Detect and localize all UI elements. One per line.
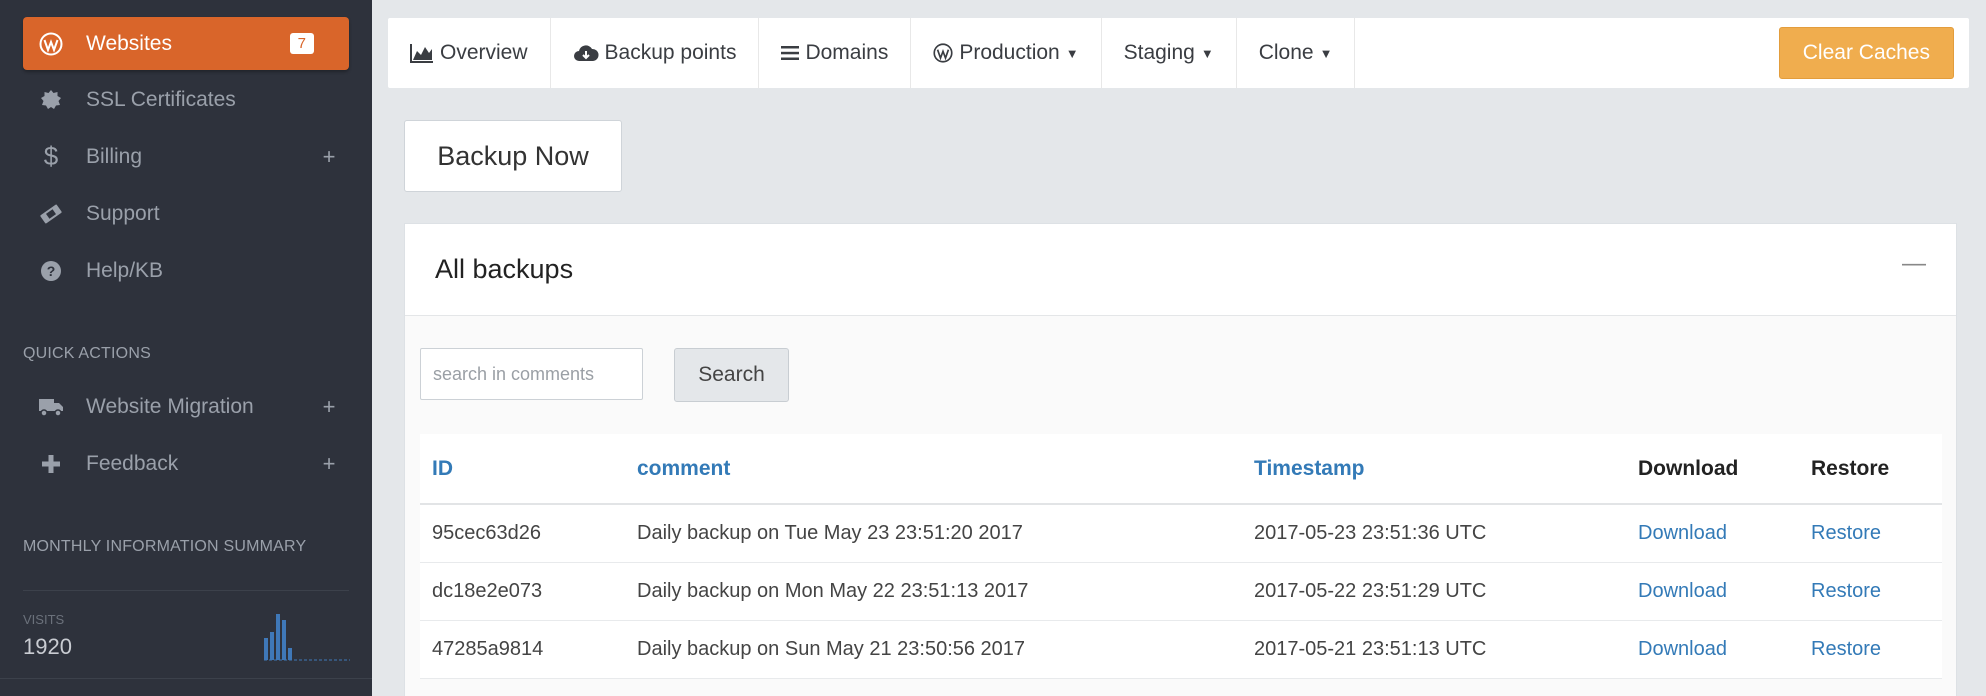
tab-clone[interactable]: Clone ▼: [1237, 18, 1356, 88]
backup-id: 47285a9814: [420, 620, 625, 679]
dollar-icon: $: [43, 141, 59, 171]
download-link[interactable]: Download: [1626, 620, 1799, 679]
sidebar-item-website-migration[interactable]: Website Migration +: [23, 380, 349, 433]
tab-label: Domains: [805, 41, 889, 64]
sparkline-bar: [276, 614, 280, 660]
plus-icon: [37, 454, 65, 474]
sidebar-divider: [0, 678, 372, 679]
tab-bar: Overview Backup points Domains Productio…: [388, 18, 1969, 88]
tab-production[interactable]: Production ▼: [911, 18, 1102, 88]
cloud-download-icon: [573, 43, 599, 63]
backups-panel: All backups — Search ID comment Timestam…: [404, 223, 1957, 696]
table-row: 95cec63d26 Daily backup on Tue May 23 23…: [420, 504, 1942, 563]
table-header-row: ID comment Timestamp Download Restore: [420, 434, 1942, 505]
caret-down-icon: ▼: [1319, 45, 1333, 61]
expand-plus-icon[interactable]: +: [309, 451, 349, 477]
quick-actions-title: QUICK ACTIONS: [23, 345, 151, 362]
tab-overview[interactable]: Overview: [388, 18, 551, 88]
caret-down-icon: ▼: [1065, 45, 1079, 61]
sparkline-bar: [264, 638, 268, 660]
tab-label: Overview: [440, 41, 528, 64]
sidebar-item-feedback[interactable]: Feedback +: [23, 437, 349, 490]
column-header-timestamp[interactable]: Timestamp: [1242, 434, 1626, 505]
wordpress-icon: [933, 43, 953, 63]
sidebar-item-ssl-certificates[interactable]: SSL Certificates: [23, 73, 349, 126]
visits-label: VISITS: [23, 612, 65, 627]
sparkline-bar: [270, 632, 274, 660]
sidebar-item-label: Billing: [86, 144, 143, 168]
backup-comment: Daily backup on Mon May 22 23:51:13 2017: [625, 562, 1242, 621]
panel-title: All backups: [435, 254, 574, 284]
restore-link[interactable]: Restore: [1799, 562, 1942, 621]
wordpress-icon: [37, 32, 65, 56]
tab-staging[interactable]: Staging ▼: [1102, 18, 1237, 88]
column-header-comment[interactable]: comment: [625, 434, 1242, 505]
column-header-id[interactable]: ID: [420, 434, 625, 505]
download-link[interactable]: Download: [1626, 562, 1799, 621]
download-link[interactable]: Download: [1626, 504, 1799, 563]
panel-header: All backups —: [405, 224, 1956, 316]
restore-link[interactable]: Restore: [1799, 504, 1942, 563]
tab-domains[interactable]: Domains: [759, 18, 912, 88]
sidebar-item-billing[interactable]: $ Billing +: [23, 130, 349, 183]
visits-value: 1920: [23, 634, 72, 659]
expand-plus-icon[interactable]: +: [309, 394, 349, 420]
backup-timestamp: 2017-05-21 23:51:13 UTC: [1242, 620, 1626, 679]
visits-sparkline: [264, 614, 350, 661]
sidebar-item-label: SSL Certificates: [86, 87, 236, 111]
column-header-download: Download: [1626, 434, 1799, 505]
backup-comment: Daily backup on Tue May 23 23:51:20 2017: [625, 504, 1242, 563]
table-row: dc18e2e073 Daily backup on Mon May 22 23…: [420, 562, 1942, 621]
backup-now-button[interactable]: Backup Now: [404, 120, 622, 192]
svg-text:?: ?: [47, 263, 56, 279]
sidebar-item-support[interactable]: Support: [23, 187, 349, 240]
search-input[interactable]: [420, 348, 643, 400]
tab-label: Clone: [1258, 41, 1314, 64]
area-chart-icon: [410, 43, 434, 63]
sparkline-bar: [282, 620, 286, 660]
sidebar-item-label: Feedback: [86, 451, 179, 475]
monthly-summary-title: MONTHLY INFORMATION SUMMARY: [23, 538, 307, 555]
websites-count-badge: 7: [289, 33, 314, 54]
backup-timestamp: 2017-05-22 23:51:29 UTC: [1242, 562, 1626, 621]
collapse-icon[interactable]: —: [1902, 250, 1926, 278]
backup-timestamp: 2017-05-23 23:51:36 UTC: [1242, 504, 1626, 563]
ticket-icon: [37, 203, 65, 225]
bars-icon: [781, 45, 800, 61]
backup-id: dc18e2e073: [420, 562, 625, 621]
restore-link[interactable]: Restore: [1799, 620, 1942, 679]
search-button[interactable]: Search: [674, 348, 789, 402]
sidebar-item-help-kb[interactable]: ? Help/KB: [23, 244, 349, 297]
sidebar-item-label: Support: [86, 201, 160, 225]
tab-backup-points[interactable]: Backup points: [551, 18, 760, 88]
backup-comment: Daily backup on Sun May 21 23:50:56 2017: [625, 620, 1242, 679]
sparkline-bar: [288, 648, 292, 660]
backup-id: 95cec63d26: [420, 504, 625, 563]
expand-plus-icon[interactable]: +: [309, 144, 349, 170]
clear-caches-button[interactable]: Clear Caches: [1778, 27, 1954, 79]
column-header-restore: Restore: [1799, 434, 1942, 505]
certificate-icon: [37, 89, 65, 111]
truck-icon: [37, 397, 65, 417]
sidebar-item-label: Help/KB: [86, 258, 164, 282]
backups-table: ID comment Timestamp Download Restore 95…: [420, 434, 1942, 679]
sidebar-item-label: Website Migration: [86, 394, 254, 418]
tab-label: Backup points: [604, 41, 737, 64]
table-row: 47285a9814 Daily backup on Sun May 21 23…: [420, 620, 1942, 679]
sidebar-divider: [23, 590, 349, 591]
caret-down-icon: ▼: [1200, 45, 1214, 61]
tab-label: Staging: [1123, 41, 1195, 64]
sidebar-item-websites[interactable]: Websites 7: [23, 17, 349, 70]
tab-label: Production: [959, 41, 1060, 64]
sidebar: Websites 7 SSL Certificates $ Billing + …: [0, 0, 372, 696]
question-circle-icon: ?: [37, 260, 65, 282]
sidebar-item-label: Websites: [86, 31, 172, 55]
